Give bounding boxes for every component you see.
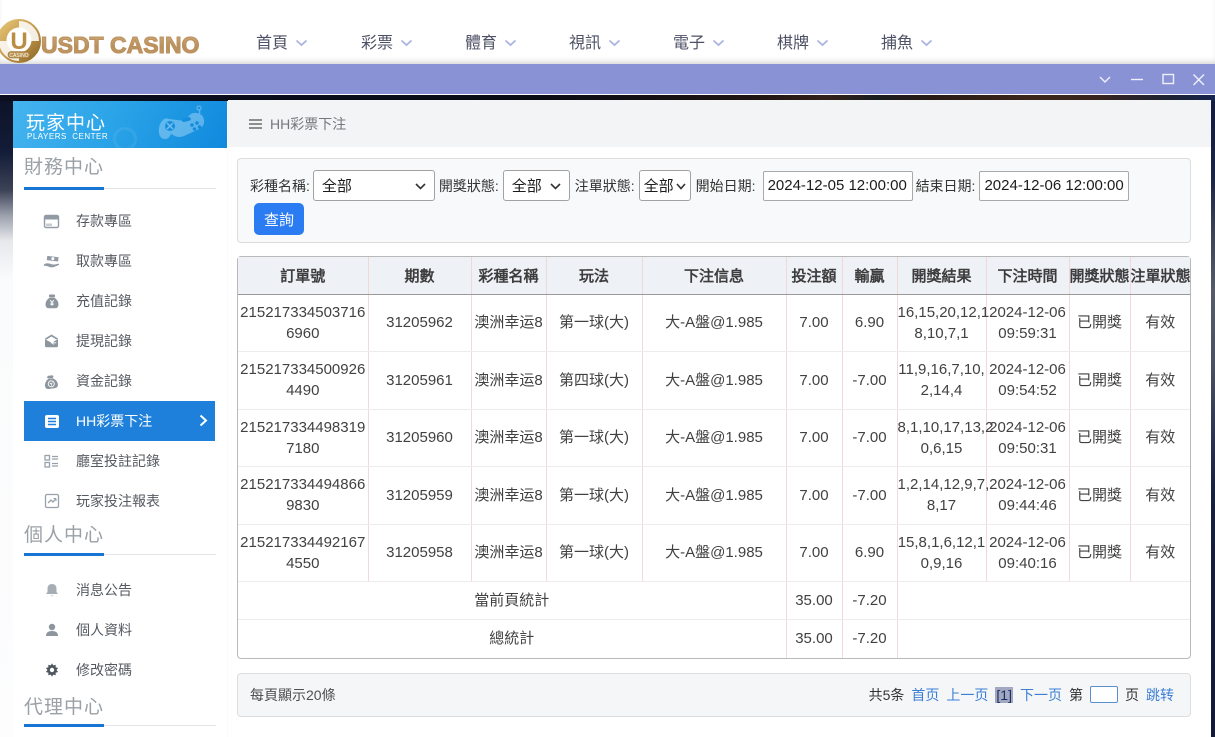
svg-text:U: U — [10, 28, 27, 55]
svg-text:CASINO: CASINO — [9, 53, 28, 59]
